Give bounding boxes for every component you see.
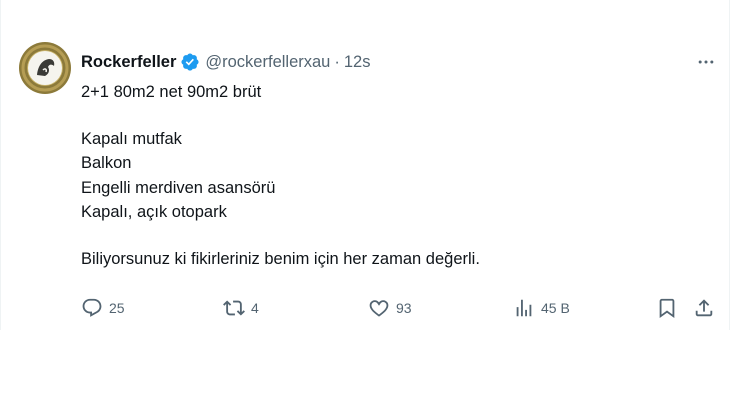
- share-button[interactable]: [693, 296, 715, 320]
- tweet-line: Balkon: [81, 154, 132, 172]
- author-handle[interactable]: @rockerfellerxau: [205, 52, 330, 72]
- views-count: 45 B: [541, 300, 570, 316]
- retweet-count: 4: [251, 300, 259, 316]
- like-button[interactable]: 93: [368, 296, 412, 320]
- tweet-line: Kapalı, açık otopark: [81, 203, 227, 221]
- timestamp[interactable]: 12s: [344, 52, 371, 72]
- tweet-card[interactable]: Rockerfeller @rockerfellerxau · 12s 2+1 …: [0, 0, 730, 330]
- tweet-line: Engelli merdiven asansörü: [81, 178, 276, 197]
- like-icon: [369, 300, 389, 317]
- avatar[interactable]: [19, 42, 71, 94]
- verified-badge-icon: [180, 52, 200, 72]
- separator-dot: ·: [334, 53, 340, 71]
- tweet-line: 2+1 80m2 net 90m2 brüt: [81, 83, 262, 101]
- tweet-line: Kapalı mutfak: [81, 129, 182, 148]
- author-name[interactable]: Rockerfeller: [81, 52, 176, 72]
- tweet-text: 2+1 80m2 net 90m2 brüt Kapalı mutfak Bal…: [81, 80, 701, 271]
- like-count: 93: [396, 300, 412, 316]
- tweet-header: Rockerfeller @rockerfellerxau · 12s: [81, 52, 370, 72]
- more-icon[interactable]: [691, 50, 721, 74]
- reply-button[interactable]: 25: [81, 296, 125, 320]
- bookmark-icon: [659, 298, 675, 319]
- views-icon: [516, 299, 532, 317]
- tweet-line: Biliyorsunuz ki fikirleriniz benim için …: [81, 249, 480, 268]
- share-icon: [695, 299, 713, 317]
- views-button[interactable]: 45 B: [513, 296, 570, 320]
- tweet-actions: 25 4 93 45 B: [81, 296, 721, 320]
- reply-count: 25: [109, 300, 125, 316]
- bookmark-button[interactable]: [656, 296, 678, 320]
- reply-icon: [82, 298, 102, 317]
- avatar-image: [21, 44, 69, 92]
- retweet-button[interactable]: 4: [223, 296, 259, 320]
- retweet-icon: [223, 300, 245, 316]
